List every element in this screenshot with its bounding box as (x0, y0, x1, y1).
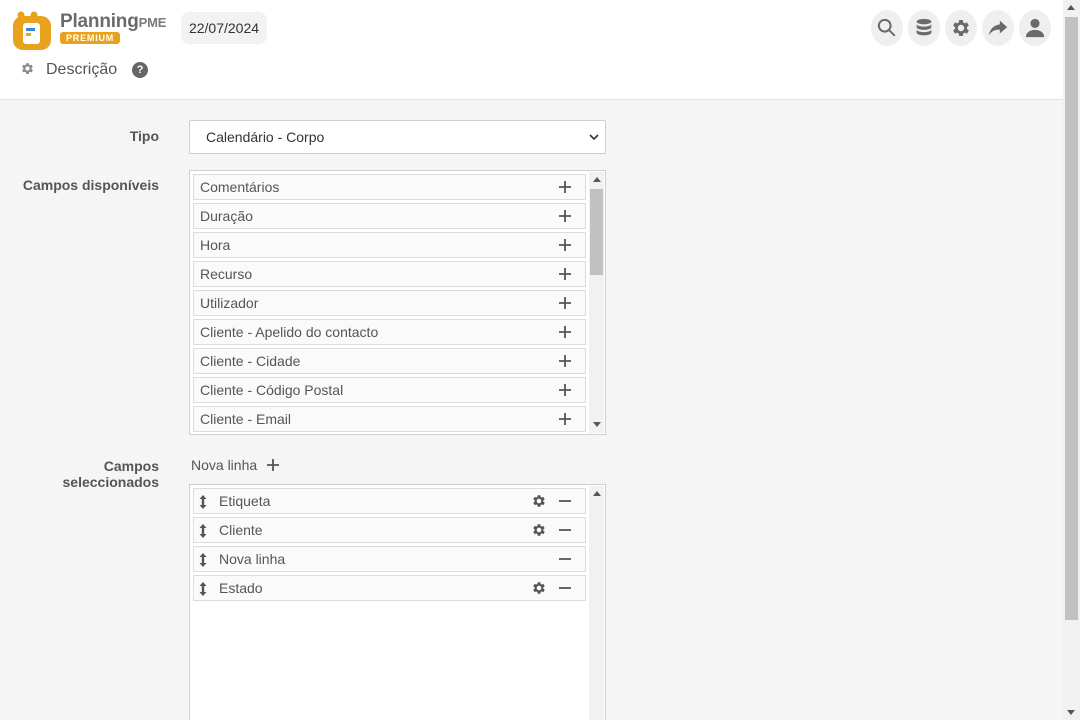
scroll-thumb[interactable] (1065, 17, 1078, 620)
page-scrollbar[interactable] (1063, 0, 1080, 720)
logo-wordmark: PlanningPME (60, 11, 167, 32)
scroll-down-icon[interactable] (1067, 710, 1075, 715)
tipo-label: Tipo (129, 128, 159, 144)
settings-button[interactable] (945, 10, 977, 46)
available-field-item[interactable]: Utilizador (193, 290, 586, 316)
available-field-label: Hora (200, 237, 231, 253)
available-fields-list: Comentários Duração Hora Recurso Utilizador C… (189, 170, 606, 435)
plus-icon[interactable] (557, 208, 573, 224)
scroll-thumb[interactable] (590, 189, 603, 275)
page-title: Descrição ? (20, 61, 149, 79)
selected-fields-list: Etiqueta Cliente Nova linha Estado (189, 484, 606, 720)
plus-icon[interactable] (557, 266, 573, 282)
plus-icon[interactable] (557, 324, 573, 340)
gear-icon (20, 61, 35, 79)
available-fields-label: Campos disponíveis (22, 177, 159, 193)
page-title-text: Descrição (46, 61, 118, 78)
available-field-label: Cliente - Cidade (200, 353, 301, 369)
chevron-down-icon (589, 134, 599, 141)
plus-icon[interactable] (557, 295, 573, 311)
plus-icon (267, 459, 280, 471)
scroll-up-icon[interactable] (593, 177, 601, 182)
drag-handle-icon[interactable] (198, 494, 208, 510)
user-icon (1025, 18, 1045, 38)
drag-handle-icon[interactable] (198, 581, 208, 597)
top-header: PlanningPME PREMIUM 22/07/2024 Descrição… (0, 0, 1063, 100)
available-field-label: Duração (200, 208, 253, 224)
available-field-item[interactable]: Cliente - Apelido do contacto (193, 319, 586, 345)
premium-badge: PREMIUM (60, 32, 121, 44)
plus-icon[interactable] (557, 382, 573, 398)
available-field-item[interactable]: Cliente - Código Postal (193, 377, 586, 403)
selected-field-item[interactable]: Estado (193, 575, 586, 601)
app-logo[interactable]: PlanningPME PREMIUM (12, 7, 172, 51)
selected-field-label: Nova linha (219, 551, 286, 567)
minus-icon[interactable] (557, 580, 573, 596)
drag-handle-icon[interactable] (198, 552, 208, 568)
available-field-item[interactable]: Recurso (193, 261, 586, 287)
selected-field-item[interactable]: Etiqueta (193, 488, 586, 514)
available-field-item[interactable]: Comentários (193, 174, 586, 200)
selected-list-scrollbar[interactable] (589, 486, 604, 720)
search-icon (877, 18, 896, 37)
selected-field-label: Estado (219, 580, 263, 596)
minus-icon[interactable] (557, 522, 573, 538)
available-field-item[interactable]: Duração (193, 203, 586, 229)
available-list-scrollbar[interactable] (589, 172, 604, 433)
available-field-item[interactable]: Cliente - Email (193, 406, 586, 432)
selected-field-item[interactable]: Nova linha (193, 546, 586, 572)
help-icon[interactable]: ? (132, 62, 149, 78)
search-button[interactable] (871, 10, 903, 46)
available-field-label: Utilizador (200, 295, 259, 311)
add-new-line-button[interactable]: Nova linha (191, 457, 280, 473)
database-icon (916, 18, 932, 36)
available-field-label: Cliente - Apelido do contacto (200, 324, 379, 340)
available-rows: Comentários Duração Hora Recurso Utilizador C… (193, 174, 586, 435)
plus-icon[interactable] (557, 411, 573, 427)
database-button[interactable] (908, 10, 940, 46)
drag-handle-icon[interactable] (198, 523, 208, 539)
selected-rows: Etiqueta Cliente Nova linha Estado (193, 488, 586, 604)
date-field[interactable]: 22/07/2024 (181, 12, 267, 44)
scroll-down-icon[interactable] (593, 422, 601, 427)
available-field-label: Recurso (200, 266, 253, 282)
user-button[interactable] (1019, 10, 1051, 46)
tipo-select-value: Calendário - Corpo (206, 129, 325, 145)
available-field-label: Comentários (200, 179, 280, 195)
minus-icon[interactable] (557, 493, 573, 509)
scroll-up-icon[interactable] (1067, 5, 1075, 10)
new-line-label: Nova linha (191, 457, 258, 473)
header-toolbar (871, 10, 1051, 46)
share-button[interactable] (982, 10, 1014, 46)
selected-field-label: Cliente (219, 522, 263, 538)
plus-icon[interactable] (557, 179, 573, 195)
available-field-label: Cliente - Email (200, 411, 292, 427)
selected-fields-label: Campos seleccionados (62, 458, 160, 490)
plus-icon[interactable] (557, 237, 573, 253)
gear-icon (953, 20, 969, 36)
gear-icon[interactable] (531, 580, 547, 596)
available-field-item[interactable]: Hora (193, 232, 586, 258)
selected-field-label: Etiqueta (219, 493, 271, 509)
tipo-select[interactable]: Calendário - Corpo (189, 120, 606, 154)
available-field-label: Cliente - Código Postal (200, 382, 344, 398)
share-icon (988, 20, 1008, 36)
scroll-up-icon[interactable] (593, 491, 601, 496)
gear-icon[interactable] (531, 522, 547, 538)
gear-icon[interactable] (531, 493, 547, 509)
selected-field-item[interactable]: Cliente (193, 517, 586, 543)
minus-icon[interactable] (557, 551, 573, 567)
available-field-item[interactable]: Cliente - Cidade (193, 348, 586, 374)
logo-mark-icon (13, 11, 51, 50)
plus-icon[interactable] (557, 353, 573, 369)
